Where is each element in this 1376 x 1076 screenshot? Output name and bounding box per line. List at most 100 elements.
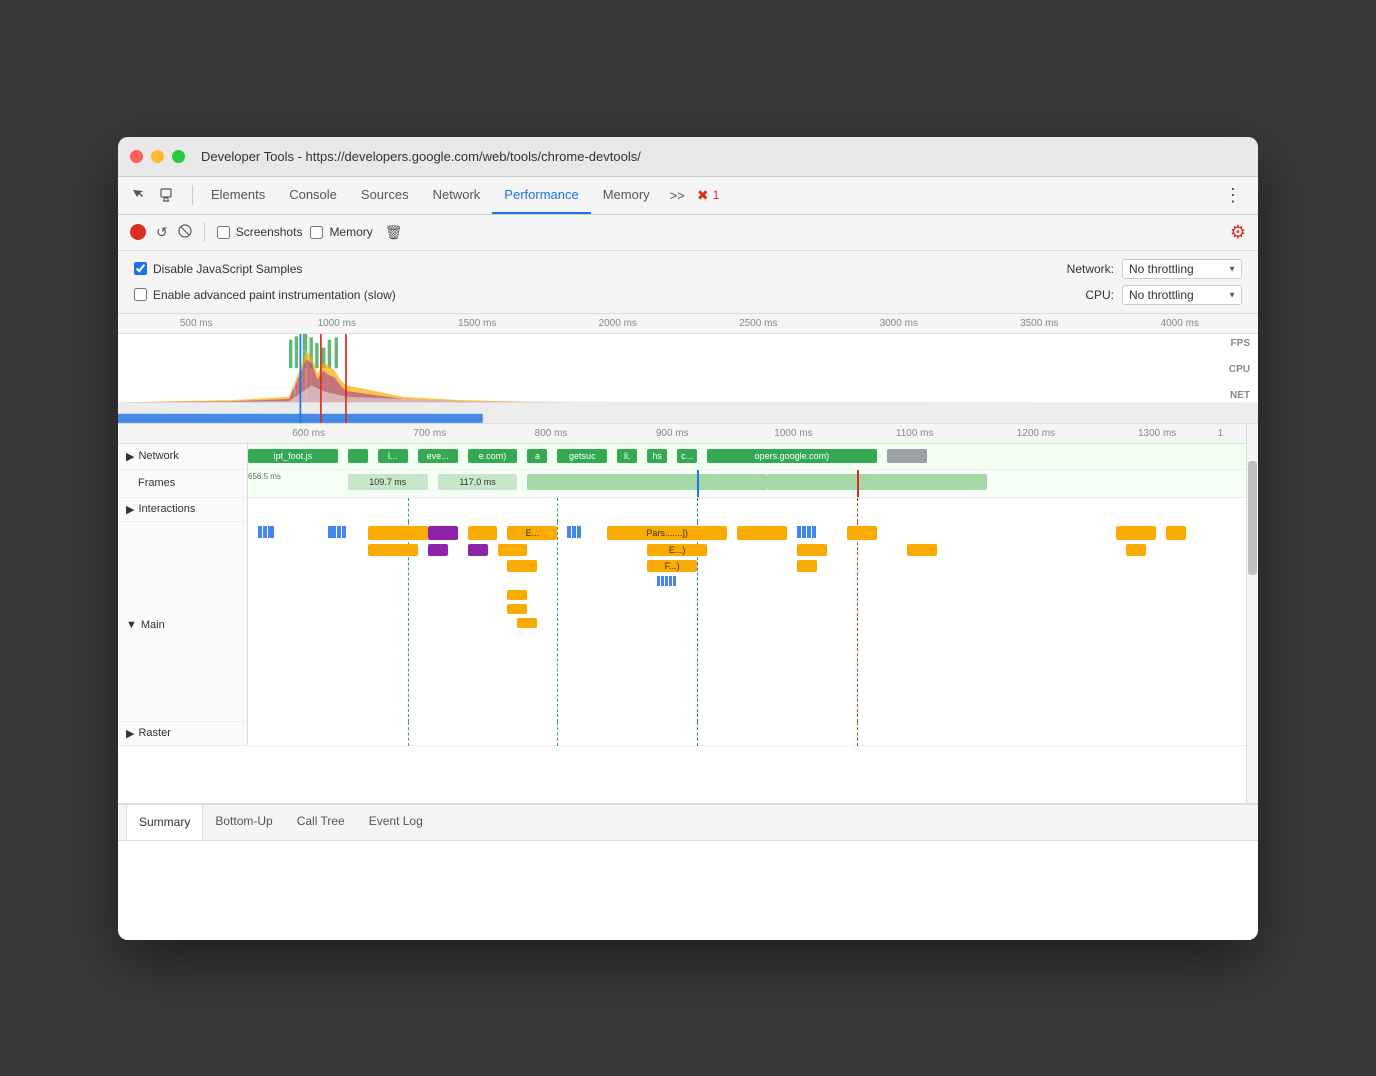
title-bar: Developer Tools - https://developers.goo… [118, 137, 1258, 177]
time-ruler: 500 ms 1000 ms 1500 ms 2000 ms 2500 ms 3… [118, 314, 1258, 334]
tab-call-tree[interactable]: Call Tree [285, 804, 357, 840]
main-yellow-bar-3 [737, 526, 787, 540]
main-blue-mid [567, 526, 581, 538]
advanced-paint-label[interactable]: Enable advanced paint instrumentation (s… [134, 288, 396, 302]
main-e-chip: E... [507, 526, 557, 540]
tl-label-7: 1300 ms [1097, 428, 1218, 439]
tab-more[interactable]: >> [662, 188, 693, 203]
fps-label: FPS [1231, 338, 1250, 349]
overview-area[interactable]: 500 ms 1000 ms 1500 ms 2000 ms 2500 ms 3… [118, 314, 1258, 424]
disable-js-checkbox[interactable] [134, 262, 147, 275]
close-button[interactable] [130, 150, 143, 163]
network-content[interactable]: ipt_foot.js l... eve... e.com) a getsuc … [248, 444, 1246, 469]
main-yellow-far-2 [1166, 526, 1186, 540]
tab-sources[interactable]: Sources [349, 176, 421, 214]
overview-svg [118, 334, 1258, 424]
main-purple-bar-1 [428, 526, 458, 540]
toolbar-icons [126, 183, 178, 207]
tab-bottom-up[interactable]: Bottom-Up [203, 804, 284, 840]
raster-vline-red [857, 722, 858, 746]
maximize-button[interactable] [172, 150, 185, 163]
net-chip-2: l... [378, 449, 408, 463]
network-label-text: Network [138, 450, 178, 462]
net-chip-11 [887, 449, 927, 463]
scroll-thumb[interactable] [1248, 461, 1257, 575]
tab-memory[interactable]: Memory [591, 176, 662, 214]
raster-content[interactable] [248, 722, 1246, 746]
frames-label[interactable]: Frames [118, 470, 248, 497]
net-chip-6: getsuc [557, 449, 607, 463]
interactions-label[interactable]: ▶ Interactions [118, 498, 248, 521]
main-expand-icon: ▼ [126, 619, 137, 631]
time-label-7: 4000 ms [1110, 318, 1251, 329]
tab-elements[interactable]: Elements [199, 176, 277, 214]
tab-event-log[interactable]: Event Log [357, 804, 435, 840]
tab-network[interactable]: Network [421, 176, 493, 214]
memory-checkbox[interactable] [310, 226, 323, 239]
vline-green-1 [408, 498, 409, 522]
disable-js-label[interactable]: Disable JavaScript Samples [134, 262, 302, 276]
raster-label[interactable]: ▶ Raster [118, 722, 248, 745]
main-blue-chips-row2 [328, 526, 346, 538]
interactions-expand-icon: ▶ [126, 503, 134, 516]
time-label-6: 3500 ms [969, 318, 1110, 329]
main-r2-p1 [428, 544, 448, 556]
main-blue-right [797, 526, 816, 538]
main-yellow-bar-4 [847, 526, 877, 540]
reload-button[interactable]: ↺ [154, 222, 170, 243]
timeline-row-raster: ▶ Raster [118, 722, 1246, 746]
tl-label-0: 600 ms [248, 428, 369, 439]
clear-button[interactable]: 🗑 [385, 224, 403, 241]
bottom-tabs: Summary Bottom-Up Call Tree Event Log [118, 804, 1258, 840]
tab-summary[interactable]: Summary [126, 804, 203, 840]
timeline-row-frames: Frames 656.5 ms 109.7 ms 117.0 ms [118, 470, 1246, 498]
overview-chart[interactable]: FPS CPU NET [118, 334, 1258, 424]
vertical-scrollbar[interactable] [1246, 424, 1258, 803]
frames-label-text: Frames [138, 477, 175, 489]
tl-label-5: 1100 ms [854, 428, 975, 439]
vline-blue [697, 498, 698, 522]
advanced-paint-checkbox[interactable] [134, 288, 147, 301]
main-r5-y2 [507, 604, 527, 614]
inspect-icon[interactable] [126, 183, 150, 207]
net-label: NET [1230, 390, 1250, 401]
tab-performance[interactable]: Performance [492, 176, 590, 214]
vline-red [857, 498, 858, 522]
interactions-label-text: Interactions [138, 503, 195, 515]
record-bar: ↺ Screenshots Memory 🗑 ⚙ [118, 215, 1258, 251]
devtools-window: Developer Tools - https://developers.goo… [118, 137, 1258, 940]
minimize-button[interactable] [151, 150, 164, 163]
record-button[interactable] [130, 224, 146, 240]
cpu-throttle-select[interactable]: No throttling [1122, 285, 1242, 305]
bottom-content [118, 840, 1258, 940]
network-throttle-row: Network: No throttling [1067, 259, 1242, 279]
tab-menu-icon[interactable]: ⋮ [1216, 185, 1250, 206]
tl-label-4: 1000 ms [733, 428, 854, 439]
network-throttle-select[interactable]: No throttling [1122, 259, 1242, 279]
network-expand-icon: ▶ [126, 450, 134, 463]
net-chip-4: e.com) [468, 449, 518, 463]
screenshots-checkbox[interactable] [217, 226, 230, 239]
memory-checkbox-label[interactable]: Memory [310, 225, 372, 239]
screenshots-checkbox-label[interactable]: Screenshots [217, 225, 303, 239]
network-throttle-wrapper: No throttling [1122, 259, 1242, 279]
tl-label-3: 900 ms [612, 428, 733, 439]
main-content[interactable]: E... Pars.......]) [248, 522, 1246, 722]
settings-gear-icon[interactable]: ⚙ [1230, 222, 1246, 243]
network-label[interactable]: ▶ Network [118, 444, 248, 469]
cpu-throttle-row: CPU: No throttling [1085, 285, 1242, 305]
frame-chip-2 [527, 474, 767, 490]
device-toolbar-icon[interactable] [154, 183, 178, 207]
main-r5-y1 [507, 590, 527, 600]
tab-console[interactable]: Console [277, 176, 349, 214]
main-r2-p2 [468, 544, 488, 556]
main-label[interactable]: ▼ Main [118, 522, 248, 721]
interactions-content[interactable] [248, 498, 1246, 522]
cpu-label: CPU [1229, 364, 1250, 375]
stop-button[interactable] [178, 224, 192, 241]
frame-red-line [857, 470, 859, 497]
frames-content[interactable]: 656.5 ms 109.7 ms 117.0 ms [248, 470, 1246, 497]
timeline-ruler: 600 ms 700 ms 800 ms 900 ms 1000 ms 1100… [118, 424, 1246, 444]
main-timeline: 600 ms 700 ms 800 ms 900 ms 1000 ms 1100… [118, 424, 1258, 804]
main-pars-chip: Pars.......]) [607, 526, 727, 540]
